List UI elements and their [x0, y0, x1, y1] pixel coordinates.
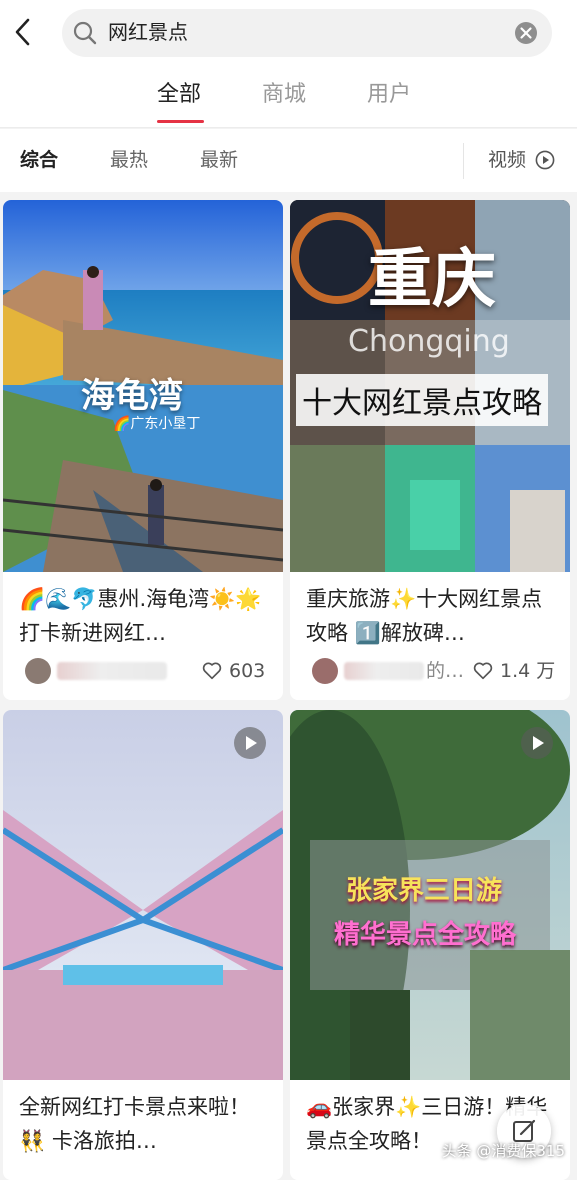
sort-filter-bar: 综合 最热 最新 视频 [0, 129, 577, 192]
search-input[interactable]: 网红景点 [62, 9, 552, 57]
cover-caption-text: 精华景点全攻略 [334, 914, 516, 951]
author-name-blurred[interactable] [57, 662, 167, 680]
filter-newest[interactable]: 最新 [200, 147, 238, 173]
source-watermark: 头条 @消费保315 [442, 1140, 565, 1161]
card-meta: 的… 1.4 万 [306, 656, 558, 686]
like-count: 603 [229, 658, 265, 684]
search-icon [72, 20, 98, 46]
video-play-icon[interactable] [520, 726, 554, 760]
card-cover-image[interactable]: 张家界三日游 精华景点全攻略 [290, 710, 570, 1080]
cover-photo [3, 710, 283, 1080]
heart-icon[interactable] [201, 660, 223, 682]
result-type-tabs: 全部 商城 用户 [0, 66, 577, 128]
note-card[interactable]: 全新网红打卡景点来啦！👯 卡洛旅拍… [3, 710, 283, 1180]
clear-search-icon[interactable] [514, 21, 538, 45]
filter-hottest[interactable]: 最热 [110, 147, 148, 173]
cover-subtitle-text: Chongqing [348, 324, 510, 359]
cover-subtitle-text: 🌈广东小垦丁 [113, 413, 200, 433]
cover-caption-text: 十大网红景点攻略 [296, 374, 548, 426]
card-title[interactable]: 全新网红打卡景点来啦！👯 卡洛旅拍… [19, 1090, 271, 1158]
tab-all[interactable]: 全部 [157, 80, 201, 110]
card-title[interactable]: 🌈🌊🐬惠州.海龟湾☀️🌟打卡新进网红… [19, 582, 271, 650]
heart-icon[interactable] [472, 660, 494, 682]
card-title[interactable]: 重庆旅游✨十大网红景点攻略 1️⃣解放碑… [306, 582, 558, 650]
tab-users[interactable]: 用户 [367, 80, 411, 110]
note-card[interactable]: 海龟湾 🌈广东小垦丁 🌈🌊🐬惠州.海龟湾☀️🌟打卡新进网红… 603 [3, 200, 283, 700]
filter-divider [463, 143, 464, 179]
cover-title-text: 海龟湾 [81, 368, 183, 417]
cover-title-text: 张家界三日游 [346, 870, 502, 907]
avatar[interactable] [312, 658, 338, 684]
card-cover-image[interactable] [3, 710, 283, 1080]
back-arrow-icon[interactable] [8, 14, 38, 50]
play-circle-icon[interactable] [535, 150, 555, 170]
search-query-text: 网红景点 [108, 19, 188, 45]
card-meta: 603 [19, 656, 271, 686]
top-bar: 网红景点 [0, 0, 577, 66]
video-play-icon[interactable] [233, 726, 267, 760]
avatar[interactable] [25, 658, 51, 684]
card-cover-image[interactable]: 重庆 Chongqing 十大网红景点攻略 [290, 200, 570, 572]
active-tab-indicator [157, 120, 204, 123]
author-name-suffix: 的… [426, 658, 464, 684]
filter-comprehensive[interactable]: 综合 [20, 147, 58, 173]
cover-title-text: 重庆 [368, 228, 496, 320]
like-count: 1.4 万 [500, 658, 555, 684]
card-cover-image[interactable]: 海龟湾 🌈广东小垦丁 [3, 200, 283, 572]
note-card[interactable]: 重庆 Chongqing 十大网红景点攻略 重庆旅游✨十大网红景点攻略 1️⃣解… [290, 200, 570, 700]
tab-store[interactable]: 商城 [262, 80, 306, 110]
filter-video[interactable]: 视频 [488, 147, 526, 173]
author-name-blurred[interactable] [344, 662, 424, 680]
